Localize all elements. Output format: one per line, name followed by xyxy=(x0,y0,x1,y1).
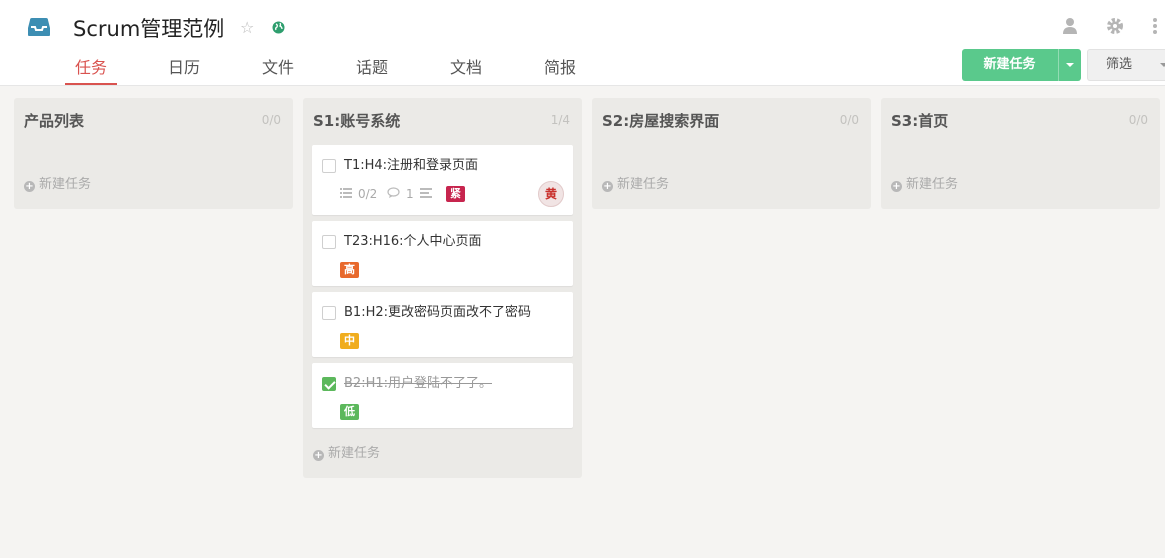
tab-calendar[interactable]: 日历 xyxy=(158,52,210,85)
tab-documents[interactable]: 文档 xyxy=(440,52,492,85)
comment-icon xyxy=(387,187,400,198)
description-icon xyxy=(420,188,432,198)
column-s3-homepage: S3:首页 0/0 + 新建任务 xyxy=(881,98,1160,209)
task-title[interactable]: B1:H2:更改密码页面改不了密码 xyxy=(344,303,531,323)
add-task-label: 新建任务 xyxy=(906,177,959,192)
new-task-button[interactable]: 新建任务 xyxy=(962,49,1057,81)
filter-button-label: 筛选 xyxy=(1106,57,1133,72)
gear-icon[interactable] xyxy=(1106,17,1124,35)
task-title[interactable]: B2:H1:用户登陆不了了。 xyxy=(344,374,492,394)
task-title[interactable]: T1:H4:注册和登录页面 xyxy=(344,156,478,176)
plus-circle-icon: + xyxy=(602,181,613,192)
task-checkbox-checked[interactable] xyxy=(322,377,336,391)
tab-topics[interactable]: 话题 xyxy=(346,52,398,85)
task-checkbox[interactable] xyxy=(322,159,336,173)
priority-tag: 低 xyxy=(340,404,359,420)
project-title: Scrum管理范例 xyxy=(73,17,225,41)
plus-circle-icon: + xyxy=(24,181,35,192)
more-vertical-icon[interactable] xyxy=(1151,17,1159,35)
column-title: S2:房屋搜索界面 xyxy=(602,112,720,130)
task-checkbox[interactable] xyxy=(322,306,336,320)
priority-tag: 紧急 xyxy=(446,186,465,216)
filter-button[interactable]: 筛选 xyxy=(1087,49,1165,81)
task-title[interactable]: T23:H16:个人中心页面 xyxy=(344,232,482,252)
plus-circle-icon: + xyxy=(313,450,324,461)
assignee-avatar[interactable]: 黄 xyxy=(538,181,564,207)
task-card[interactable]: T1:H4:注册和登录页面 0/2 1 紧急 黄 xyxy=(312,145,573,216)
new-task-button-group: 新建任务 xyxy=(962,49,1081,81)
task-card[interactable]: T23:H16:个人中心页面 高 xyxy=(312,221,573,286)
add-task-label: 新建任务 xyxy=(328,446,381,461)
column-title: 产品列表 xyxy=(24,112,85,130)
task-checkbox[interactable] xyxy=(322,235,336,249)
new-task-dropdown-caret-icon[interactable] xyxy=(1058,49,1081,81)
project-inbox-icon xyxy=(28,18,50,36)
project-header: Scrum管理范例 ☆ 任务 日历 文件 话题 文档 简报 新建任务 筛选 xyxy=(0,0,1165,86)
globe-icon[interactable] xyxy=(272,21,285,34)
tab-reports[interactable]: 简报 xyxy=(534,52,586,85)
tab-tasks[interactable]: 任务 xyxy=(65,52,117,85)
column-count: 0/0 xyxy=(261,113,281,127)
column-add-task-button[interactable]: + 新建任务 xyxy=(313,445,380,463)
priority-tag: 高 xyxy=(340,262,359,278)
column-s1-account-system: S1:账号系统 1/4 T1:H4:注册和登录页面 0/2 1 紧急 黄 T23… xyxy=(303,98,582,478)
task-card[interactable]: B2:H1:用户登陆不了了。 低 xyxy=(312,363,573,428)
column-product-backlog: 产品列表 0/0 + 新建任务 xyxy=(14,98,293,209)
column-title: S3:首页 xyxy=(891,112,949,130)
tab-files[interactable]: 文件 xyxy=(252,52,304,85)
priority-tag: 中 xyxy=(340,333,359,349)
comment-count: 1 xyxy=(406,187,414,201)
column-count: 0/0 xyxy=(839,113,859,127)
filter-caret-icon xyxy=(1160,63,1165,67)
column-add-task-button[interactable]: + 新建任务 xyxy=(24,176,91,194)
add-task-label: 新建任务 xyxy=(39,177,92,192)
star-icon[interactable]: ☆ xyxy=(240,19,254,37)
plus-circle-icon: + xyxy=(891,181,902,192)
column-count: 0/0 xyxy=(1128,113,1148,127)
task-card[interactable]: B1:H2:更改密码页面改不了密码 中 xyxy=(312,292,573,357)
column-s2-house-search: S2:房屋搜索界面 0/0 + 新建任务 xyxy=(592,98,871,209)
column-add-task-button[interactable]: + 新建任务 xyxy=(891,176,958,194)
user-icon[interactable] xyxy=(1062,17,1078,34)
column-title: S1:账号系统 xyxy=(313,112,401,130)
column-count: 1/4 xyxy=(550,113,570,127)
column-add-task-button[interactable]: + 新建任务 xyxy=(602,176,669,194)
subtask-list-icon xyxy=(340,188,352,198)
add-task-label: 新建任务 xyxy=(617,177,670,192)
subtask-count: 0/2 xyxy=(358,187,378,201)
